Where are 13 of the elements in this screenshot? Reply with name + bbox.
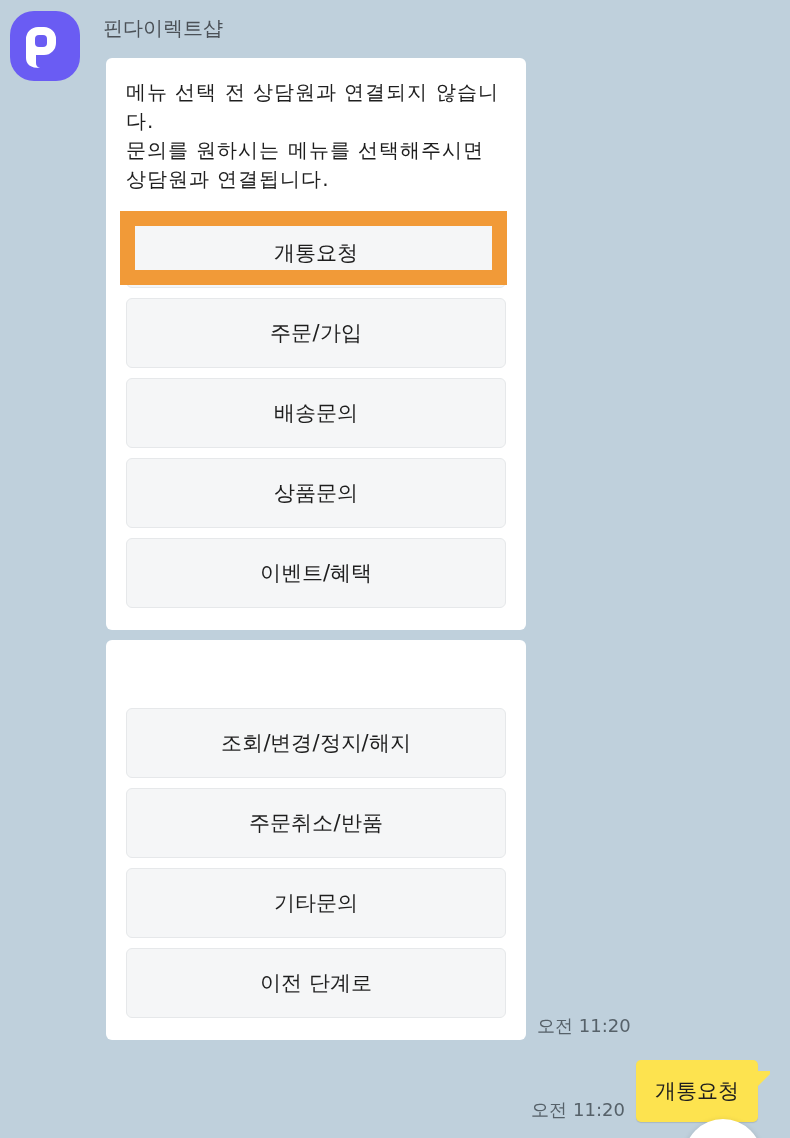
- menu-button[interactable]: 기타문의: [126, 868, 506, 938]
- menu-button[interactable]: 이벤트/혜택: [126, 538, 506, 608]
- sender-name: 핀다이렉트샵: [103, 15, 223, 42]
- menu-button[interactable]: 이전 단계로: [126, 948, 506, 1018]
- menu-button[interactable]: 주문취소/반품: [126, 788, 506, 858]
- menu-button[interactable]: 주문/가입: [126, 298, 506, 368]
- menu-button[interactable]: 상품문의: [126, 458, 506, 528]
- menu-button[interactable]: 배송문의: [126, 378, 506, 448]
- message-text: 메뉴 선택 전 상담원과 연결되지 않습니다. 문의를 원하시는 메뉴를 선택해주시면 상담원과 연결됩니다.: [126, 79, 500, 193]
- message-time: 오전 11:20: [531, 1099, 625, 1121]
- menu-button[interactable]: 조회/변경/정지/해지: [126, 708, 506, 778]
- message-time: 오전 11:20: [537, 1015, 631, 1037]
- profile-avatar-icon: [10, 11, 80, 81]
